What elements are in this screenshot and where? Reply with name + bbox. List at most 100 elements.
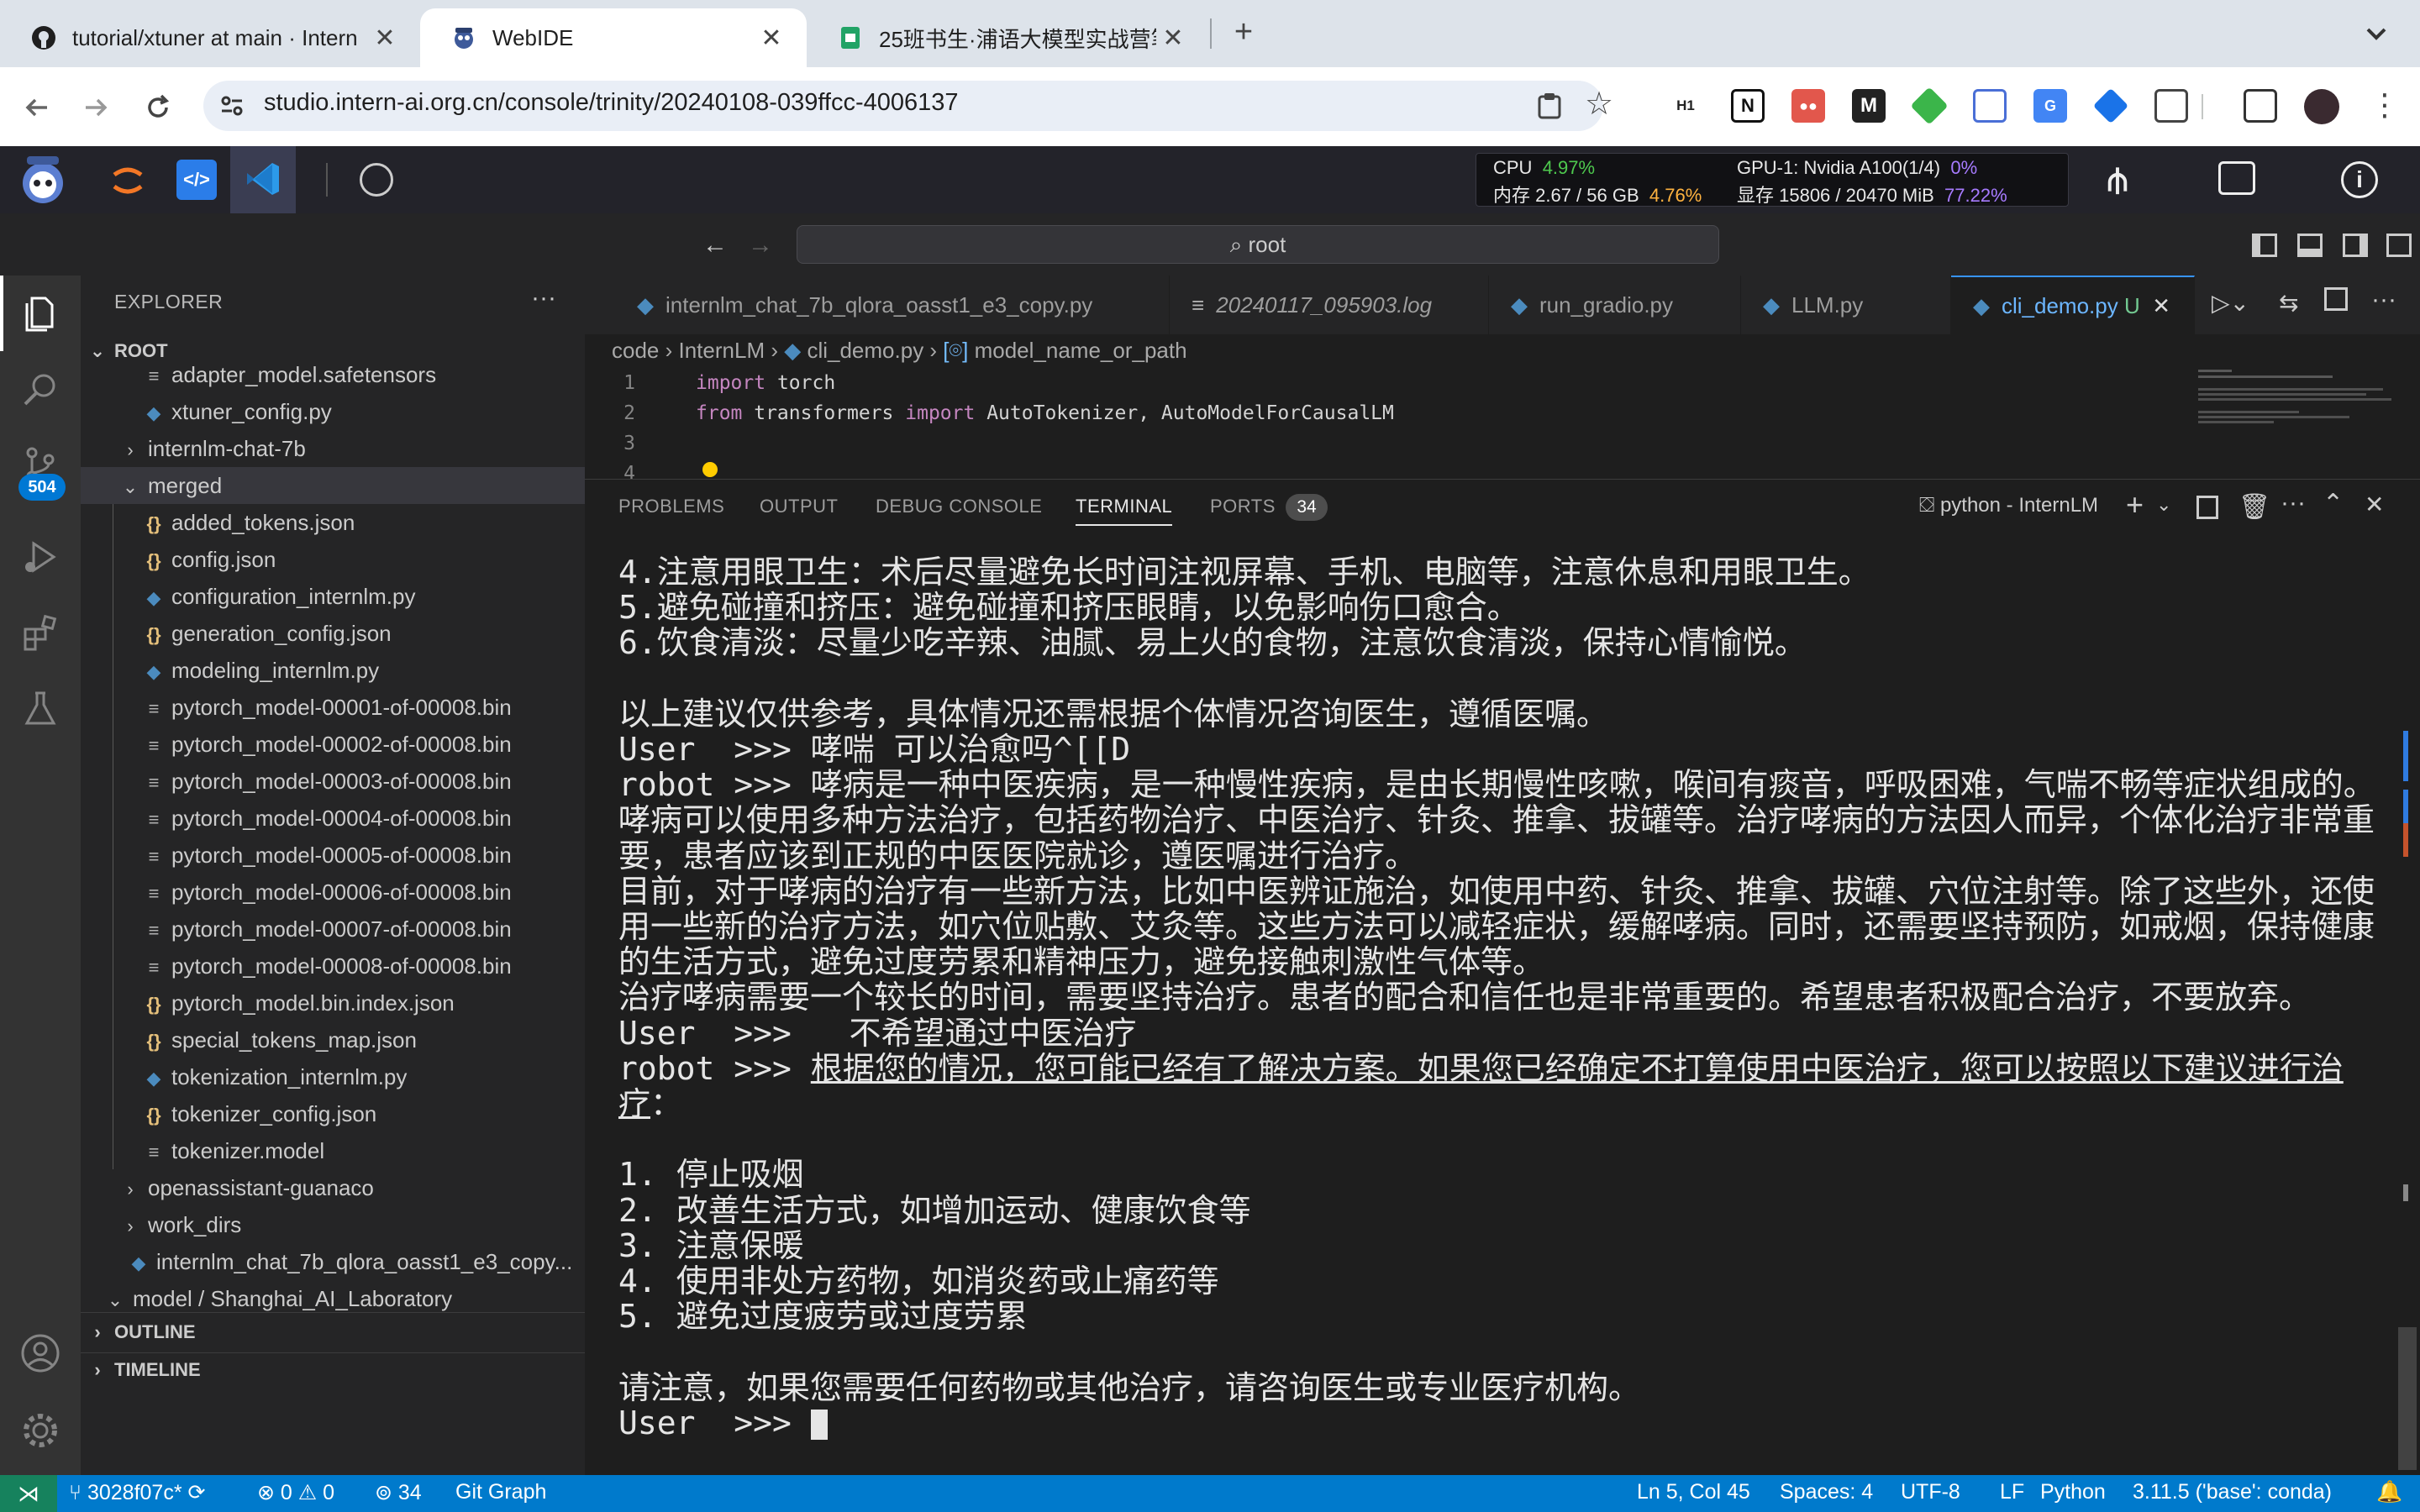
forward-button[interactable] bbox=[76, 87, 116, 128]
terminal-output[interactable]: 4.注意用眼卫生：术后尽量避免长时间注视屏幕、手机、电脑等，注意休息和用眼卫生。… bbox=[618, 554, 2383, 1441]
tree-folder[interactable]: ⌄ merged bbox=[81, 467, 585, 504]
interpreter-status[interactable]: 3.11.5 ('base': conda) bbox=[2133, 1480, 2332, 1504]
search-activity-icon[interactable] bbox=[0, 351, 81, 427]
profile-avatar[interactable] bbox=[2304, 89, 2339, 124]
editor-more-icon[interactable]: ··· bbox=[2371, 286, 2396, 314]
toggle-secondary-sidebar-icon[interactable] bbox=[2343, 234, 2368, 257]
remote-indicator-icon[interactable]: ⋊ bbox=[0, 1475, 57, 1512]
go-back-icon[interactable]: ← bbox=[702, 230, 733, 260]
maximize-panel-icon[interactable]: ⌃ bbox=[2323, 489, 2344, 518]
tree-folder[interactable]: › work_dirs bbox=[81, 1206, 585, 1243]
close-tab-icon[interactable]: ✕ bbox=[2152, 293, 2170, 319]
tab-terminal[interactable]: TERMINAL bbox=[1076, 496, 1173, 526]
tree-file[interactable]: {} config.json bbox=[81, 541, 585, 578]
close-tab-icon[interactable]: ✕ bbox=[755, 24, 788, 53]
tab-debug-console[interactable]: DEBUG CONSOLE bbox=[876, 496, 1042, 517]
run-debug-activity-icon[interactable] bbox=[0, 519, 81, 595]
chevron-down-icon[interactable]: ⌄ bbox=[2156, 494, 2171, 516]
breadcrumb-item[interactable]: cli_demo.py bbox=[807, 338, 923, 363]
trash-icon[interactable]: 🗑 bbox=[2238, 492, 2270, 522]
testing-flask-icon[interactable] bbox=[0, 670, 81, 746]
install-app-icon[interactable] bbox=[1533, 89, 1566, 123]
info-icon[interactable]: i bbox=[2341, 161, 2378, 198]
red-extension-icon[interactable]: ●● bbox=[1791, 89, 1825, 123]
outline-section-header[interactable]: › OUTLINE bbox=[81, 1315, 585, 1349]
back-button[interactable] bbox=[17, 87, 57, 128]
lightbulb-icon[interactable] bbox=[702, 462, 718, 477]
customize-layout-icon[interactable] bbox=[2386, 234, 2412, 257]
tree-file[interactable]: ≡ pytorch_model-00002-of-00008.bin bbox=[81, 726, 585, 763]
tree-file[interactable]: ≡ pytorch_model-00005-of-00008.bin bbox=[81, 837, 585, 874]
editor-tab[interactable]: ◆ LLM.py bbox=[1741, 276, 1951, 334]
ports-status[interactable]: ⊚ 34 bbox=[375, 1480, 422, 1505]
tree-folder[interactable]: ⌄ model / Shanghai_AI_Laboratory bbox=[81, 1280, 585, 1312]
tree-file[interactable]: ≡ pytorch_model-00004-of-00008.bin bbox=[81, 800, 585, 837]
tree-file[interactable]: {} special_tokens_map.json bbox=[81, 1021, 585, 1058]
tab-output[interactable]: OUTPUT bbox=[760, 496, 838, 517]
tree-file[interactable]: ≡ pytorch_model-00007-of-00008.bin bbox=[81, 911, 585, 948]
panel-more-icon[interactable]: ··· bbox=[2281, 489, 2306, 517]
indentation-status[interactable]: Spaces: 4 bbox=[1780, 1480, 1873, 1504]
explorer-more-icon[interactable]: ··· bbox=[531, 284, 556, 312]
tree-file[interactable]: ◆ tokenization_internlm.py bbox=[81, 1058, 585, 1095]
breadcrumb-item[interactable]: code bbox=[612, 338, 659, 363]
tree-folder[interactable]: › openassistant-guanaco bbox=[81, 1169, 585, 1206]
browser-tab-webide[interactable]: WebIDE ✕ bbox=[420, 8, 807, 67]
h1-extension-icon[interactable]: H1 bbox=[1669, 89, 1702, 123]
tree-file[interactable]: ≡ pytorch_model-00001-of-00008.bin bbox=[81, 689, 585, 726]
tree-file[interactable]: ◆ configuration_internlm.py bbox=[81, 578, 585, 615]
toggle-panel-icon[interactable] bbox=[2297, 234, 2323, 257]
accounts-icon[interactable] bbox=[0, 1315, 81, 1391]
url-text[interactable]: studio.intern-ai.org.cn/console/trinity/… bbox=[264, 89, 959, 117]
reload-button[interactable] bbox=[138, 87, 178, 128]
timeline-section-header[interactable]: › TIMELINE bbox=[81, 1352, 585, 1386]
tree-file[interactable]: {} tokenizer_config.json bbox=[81, 1095, 585, 1132]
tree-file[interactable]: ≡ pytorch_model-00003-of-00008.bin bbox=[81, 763, 585, 800]
tab-ports[interactable]: PORTS bbox=[1210, 496, 1276, 517]
language-status[interactable]: Python bbox=[2040, 1480, 2106, 1504]
browser-tab-notes[interactable]: 25班书生·浦语大模型实战营笔 ✕ bbox=[807, 8, 1208, 67]
split-terminal-icon[interactable] bbox=[2196, 496, 2218, 519]
toggle-sidebar-icon[interactable] bbox=[2252, 234, 2277, 257]
settings-gear-icon[interactable] bbox=[0, 1393, 81, 1468]
problems-status[interactable]: ⊗ 0 ⚠ 0 bbox=[257, 1480, 334, 1505]
tree-file[interactable]: ≡ pytorch_model-00006-of-00008.bin bbox=[81, 874, 585, 911]
tree-file[interactable]: ≡ pytorch_model-00008-of-00008.bin bbox=[81, 948, 585, 984]
tree-file[interactable]: {} pytorch_model.bin.index.json bbox=[81, 984, 585, 1021]
jupyter-icon[interactable] bbox=[108, 160, 148, 200]
tree-file[interactable]: ◆ internlm_chat_7b_qlora_oasst1_e3_copy..… bbox=[81, 1243, 585, 1280]
split-editor-icon[interactable] bbox=[2324, 287, 2348, 311]
branch-status[interactable]: ⑂ 3028f07c* ⟳ bbox=[69, 1480, 205, 1505]
tab-search-button[interactable] bbox=[2356, 13, 2396, 54]
webide-icon[interactable]: </> bbox=[176, 160, 217, 200]
run-python-file-icon[interactable]: ▷⌄ bbox=[2212, 289, 2249, 317]
terminal-selector[interactable]: ⛋ python - InternLM bbox=[1919, 494, 2098, 517]
go-forward-icon[interactable]: → bbox=[748, 230, 778, 260]
git-graph-status[interactable]: Git Graph bbox=[455, 1480, 546, 1504]
extensions-activity-icon[interactable] bbox=[0, 595, 81, 670]
compare-changes-icon[interactable]: ⇆ bbox=[2279, 289, 2298, 317]
image-icon[interactable] bbox=[2218, 161, 2255, 195]
editor-tab[interactable]: ◆ run_gradio.py bbox=[1489, 276, 1741, 334]
close-tab-icon[interactable]: ✕ bbox=[1156, 24, 1190, 53]
m-extension-icon[interactable]: M bbox=[1852, 89, 1886, 123]
bookmark-star-icon[interactable]: ☆ bbox=[1585, 87, 1618, 121]
code-area[interactable]: 1 import torch 2 from transformers impor… bbox=[585, 368, 2181, 479]
editor-tab-active[interactable]: ◆ cli_demo.py U ✕ bbox=[1951, 276, 2195, 334]
close-tab-icon[interactable]: ✕ bbox=[368, 24, 402, 53]
compass-icon[interactable] bbox=[360, 163, 393, 197]
side-panel-icon[interactable] bbox=[2244, 89, 2277, 123]
close-panel-icon[interactable]: ✕ bbox=[2365, 491, 2384, 518]
tree-file[interactable]: ◆ xtuner_config.py bbox=[81, 393, 585, 430]
breadcrumb-item[interactable]: InternLM bbox=[679, 338, 765, 363]
tree-file[interactable]: {} added_tokens.json bbox=[81, 504, 585, 541]
eol-status[interactable]: LF bbox=[2000, 1480, 2024, 1504]
browser-tab-github[interactable]: tutorial/xtuner at main · Intern ✕ bbox=[0, 8, 420, 67]
explorer-activity-icon[interactable] bbox=[0, 276, 81, 351]
tree-file[interactable]: ◆ modeling_internlm.py bbox=[81, 652, 585, 689]
intern-studio-logo-icon[interactable] bbox=[15, 151, 71, 207]
cursor-position[interactable]: Ln 5, Col 45 bbox=[1637, 1480, 1750, 1504]
site-info-icon[interactable] bbox=[217, 91, 247, 121]
tree-file[interactable]: {} generation_config.json bbox=[81, 615, 585, 652]
extensions-puzzle-icon[interactable] bbox=[2154, 89, 2188, 123]
